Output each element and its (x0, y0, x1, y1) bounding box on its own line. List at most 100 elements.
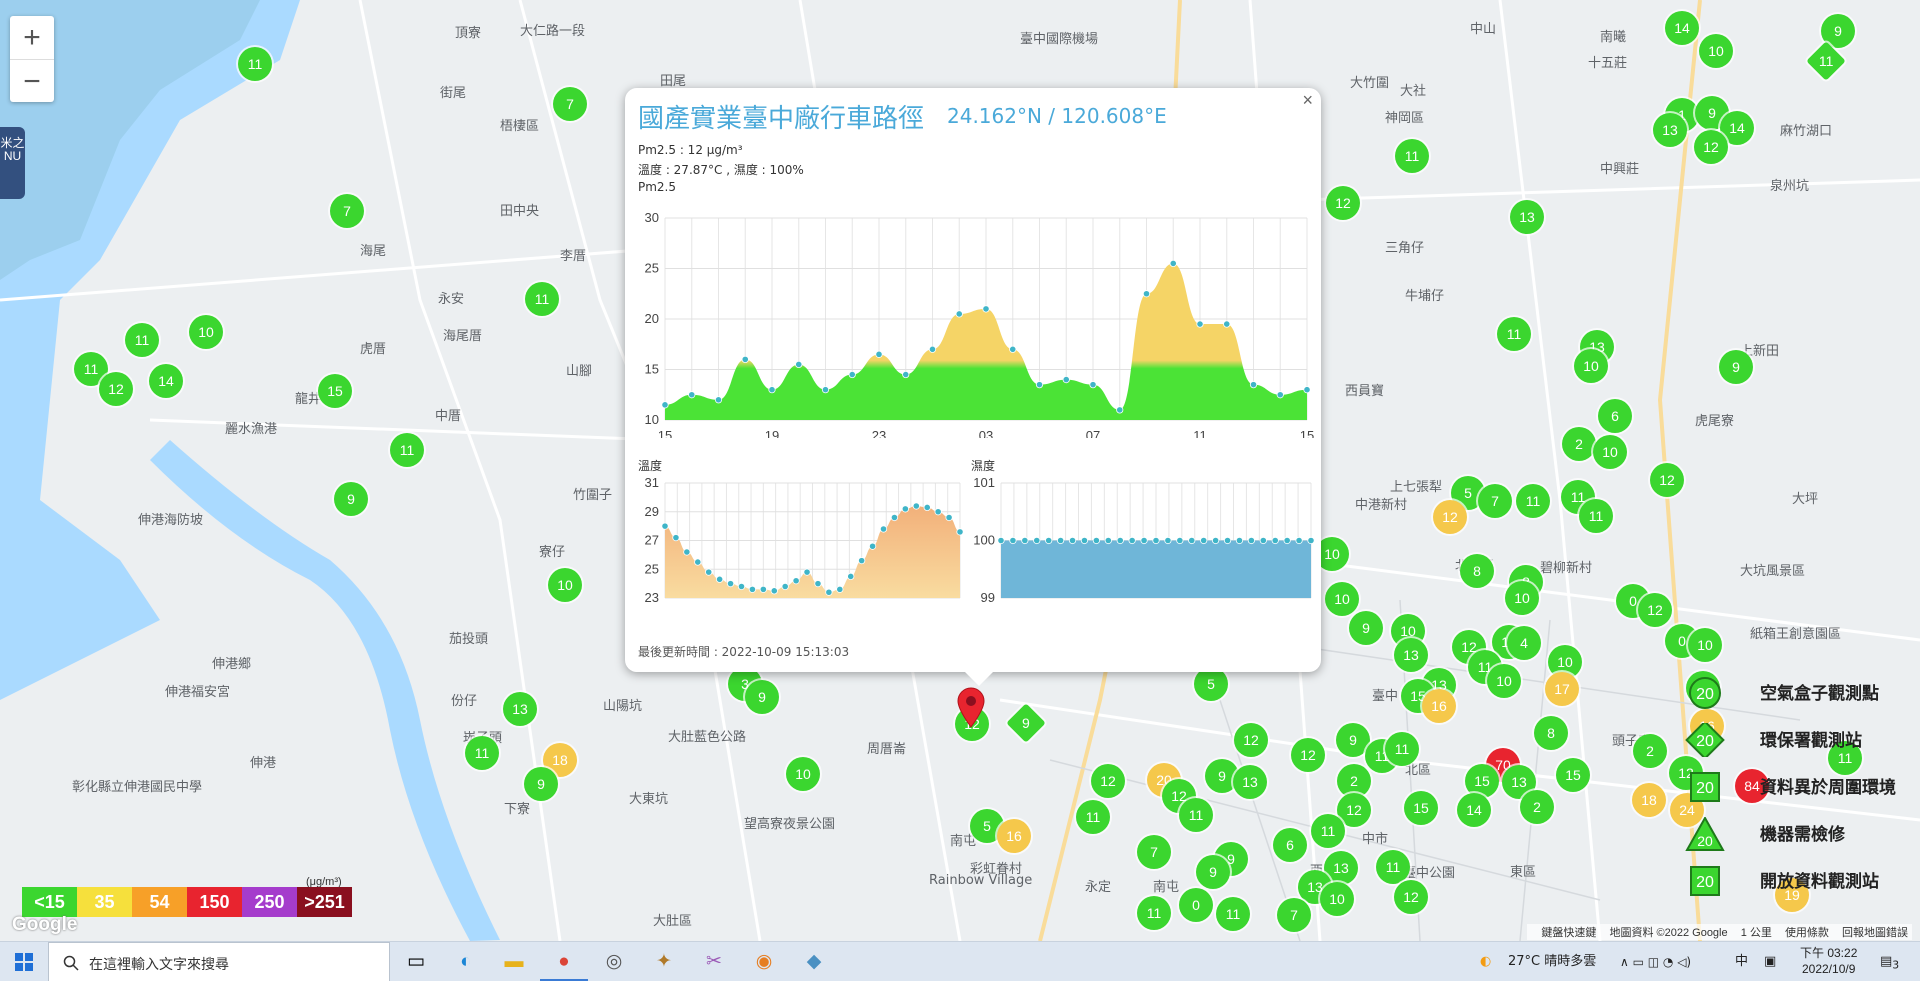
selected-location-pin-icon[interactable] (956, 686, 986, 728)
airbox-marker[interactable]: 12 (1234, 723, 1268, 757)
app-box-icon[interactable]: ◆ (790, 942, 838, 981)
airbox-marker[interactable]: 9 (1349, 611, 1383, 645)
airbox-marker[interactable]: 9 (524, 767, 558, 801)
airbox-marker[interactable]: 9 (1719, 350, 1753, 384)
report-error-link[interactable]: 回報地圖錯誤 (1842, 927, 1908, 939)
airbox-marker[interactable]: 18 (1632, 783, 1666, 817)
airbox-marker[interactable]: 11 (1137, 896, 1171, 930)
file-explorer-icon[interactable]: ▬ (490, 942, 538, 981)
airbox-marker[interactable]: 14 (1457, 793, 1491, 827)
side-panel-tab[interactable]: 米之NU (0, 127, 25, 199)
airbox-marker[interactable]: 13 (1510, 200, 1544, 234)
airbox-marker[interactable]: 10 (1325, 582, 1359, 616)
airbox-marker[interactable]: 14 (149, 364, 183, 398)
airbox-marker[interactable]: 13 (1653, 113, 1687, 147)
airbox-marker[interactable]: 6 (1598, 399, 1632, 433)
edge-browser-icon[interactable]: ◐ (442, 942, 490, 981)
airbox-marker[interactable]: 11 (1516, 484, 1550, 518)
airbox-marker[interactable]: 10 (1487, 664, 1521, 698)
airbox-marker[interactable]: 11 (390, 433, 424, 467)
airbox-marker[interactable]: 11 (1216, 897, 1250, 931)
action-center-icon[interactable]: ▤3 (1880, 942, 1899, 981)
airbox-marker[interactable]: 7 (1277, 898, 1311, 932)
airbox-marker[interactable]: 4 (1507, 626, 1541, 660)
airbox-marker[interactable]: 12 (1326, 186, 1360, 220)
airbox-marker[interactable]: 10 (548, 568, 582, 602)
app-bird-icon[interactable]: ✦ (640, 942, 688, 981)
airbox-marker[interactable]: 12 (1694, 130, 1728, 164)
terms-link[interactable]: 使用條款 (1785, 927, 1829, 939)
airbox-marker[interactable]: 13 (1233, 765, 1267, 799)
airbox-marker[interactable]: 12 (1291, 738, 1325, 772)
clock[interactable]: 下午 03:22 2022/10/9 (1800, 945, 1857, 977)
airbox-marker[interactable]: 10 (1688, 628, 1722, 662)
airbox-marker[interactable]: 2 (1633, 734, 1667, 768)
chrome-browser-icon[interactable]: ● (540, 942, 588, 981)
notifications-toggle-icon[interactable]: ▣ (1764, 942, 1776, 981)
airbox-marker[interactable]: 9 (1196, 855, 1230, 889)
airbox-marker[interactable]: 12 (1091, 764, 1125, 798)
airbox-marker[interactable]: 12 (1638, 593, 1672, 627)
weather-icon[interactable]: ◐ (1480, 942, 1491, 981)
airbox-marker[interactable]: 13 (1394, 638, 1428, 672)
airbox-marker[interactable]: 11 (465, 736, 499, 770)
airbox-marker[interactable]: 7 (1137, 835, 1171, 869)
airbox-marker[interactable]: 10 (1699, 34, 1733, 68)
airbox-marker[interactable]: 15 (318, 374, 352, 408)
airbox-marker[interactable]: 11 (238, 47, 272, 81)
zoom-out-button[interactable]: − (10, 59, 54, 102)
airbox-marker[interactable]: 13 (503, 692, 537, 726)
windows-start-icon[interactable] (0, 942, 48, 981)
airbox-marker[interactable]: 2 (1520, 790, 1554, 824)
airbox-marker[interactable]: 8 (1460, 554, 1494, 588)
task-view-icon[interactable]: ▭ (392, 942, 440, 981)
taskbar-search-input[interactable]: 在這裡輸入文字來搜尋 (48, 942, 390, 981)
airbox-marker[interactable]: 12 (1394, 880, 1428, 914)
tray-icons[interactable]: ∧ ▭ ◫ ◔ ◁) (1620, 942, 1691, 981)
airbox-marker[interactable]: 8 (1534, 716, 1568, 750)
airbox-marker[interactable]: 10 (189, 315, 223, 349)
airbox-marker[interactable]: 11 (1385, 732, 1419, 766)
airbox-marker[interactable]: 10 (1574, 349, 1608, 383)
airbox-marker[interactable]: 7 (330, 194, 364, 228)
app-snip-icon[interactable]: ✂ (690, 942, 738, 981)
airbox-marker[interactable]: 10 (786, 757, 820, 791)
airbox-marker[interactable]: 11 (1179, 798, 1213, 832)
airbox-marker[interactable]: 11 (1579, 499, 1613, 533)
airbox-marker[interactable]: 16 (997, 819, 1031, 853)
airbox-marker[interactable]: 15 (1556, 758, 1590, 792)
airbox-marker[interactable]: 2 (1562, 427, 1596, 461)
airbox-marker[interactable]: 10 (1593, 435, 1627, 469)
airbox-marker[interactable]: 12 (1433, 500, 1467, 534)
airbox-marker[interactable]: 11 (1076, 800, 1110, 834)
airbox-marker[interactable]: 11 (1395, 139, 1429, 173)
airbox-marker[interactable]: 5 (1194, 667, 1228, 701)
scale-bar[interactable]: 1 公里 (1741, 927, 1772, 939)
airbox-marker[interactable]: 11 (1497, 317, 1531, 351)
airbox-marker[interactable]: 11 (1376, 850, 1410, 884)
airbox-marker[interactable]: 10 (1505, 581, 1539, 615)
blender-icon[interactable]: ◉ (740, 942, 788, 981)
airbox-marker[interactable]: 6 (1273, 828, 1307, 862)
airbox-marker[interactable]: 12 (1650, 463, 1684, 497)
airbox-marker[interactable]: 14 (1665, 11, 1699, 45)
weather-status[interactable]: 27°C 晴時多雲 (1508, 942, 1596, 981)
airbox-marker[interactable]: 11 (1311, 814, 1345, 848)
airbox-marker[interactable]: 16 (1422, 689, 1456, 723)
airbox-marker[interactable]: 15 (1404, 791, 1438, 825)
ime-indicator[interactable]: 中 (1735, 942, 1748, 981)
keyboard-shortcuts-link[interactable]: 鍵盤快速鍵 (1541, 927, 1596, 939)
airbox-marker[interactable]: 7 (1478, 484, 1512, 518)
app-compass-icon[interactable]: ◎ (590, 942, 638, 981)
zoom-in-button[interactable]: + (10, 16, 54, 59)
airbox-marker[interactable]: 17 (1545, 672, 1579, 706)
airbox-marker[interactable]: 10 (1320, 882, 1354, 916)
airbox-marker[interactable]: 9 (334, 482, 368, 516)
airbox-marker[interactable]: 7 (553, 87, 587, 121)
airbox-marker[interactable]: 9 (745, 680, 779, 714)
airbox-marker[interactable]: 11 (525, 282, 559, 316)
airbox-marker[interactable]: 12 (99, 372, 133, 406)
close-popup-button[interactable]: × (1302, 90, 1313, 111)
airbox-marker[interactable]: 11 (125, 323, 159, 357)
airbox-marker[interactable]: 0 (1179, 888, 1213, 922)
